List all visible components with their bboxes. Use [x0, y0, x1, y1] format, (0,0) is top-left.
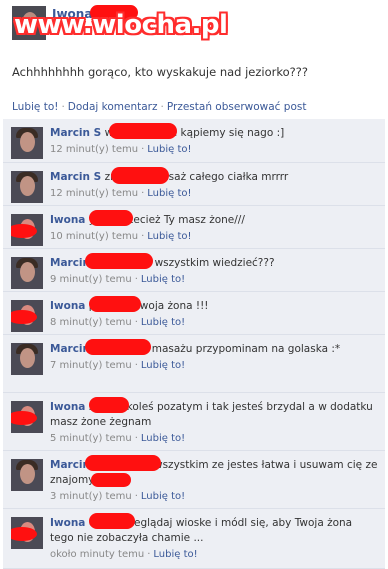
- redaction-mark: [89, 296, 141, 312]
- commenter-avatar[interactable]: [11, 459, 43, 491]
- comment-time: 12 minut(y) temu: [50, 188, 139, 199]
- comment: Iwona epiej przeglądaj wioske i módl się…: [3, 509, 385, 569]
- comment-time: 3 minut(y) temu: [50, 491, 132, 502]
- comment-time: 9 minut(y) temu: [50, 274, 132, 285]
- comment-like-link[interactable]: Lubię to!: [147, 231, 191, 242]
- redaction-mark: [109, 123, 177, 139]
- comment: Marcin nie chcesz masażu przypominam na …: [3, 335, 385, 393]
- comment-like-link[interactable]: Lubię to!: [141, 360, 185, 371]
- comment-like-link[interactable]: Lubię to!: [147, 144, 191, 155]
- comment-author[interactable]: Marcin S: [50, 171, 101, 183]
- commenter-avatar[interactable]: [11, 171, 43, 203]
- commenter-avatar[interactable]: [11, 343, 43, 375]
- commenter-avatar[interactable]: [11, 127, 43, 159]
- commenter-avatar[interactable]: [11, 300, 43, 332]
- redaction-mark: [85, 455, 161, 471]
- commenter-avatar[interactable]: [11, 401, 43, 433]
- comment-author[interactable]: Marcin: [50, 343, 90, 355]
- comment-body: Marcin S wyskocze, ale kąpiemy się nago …: [50, 126, 379, 157]
- comment-like-link[interactable]: Lubię to!: [141, 433, 185, 444]
- like-link[interactable]: Lubię to!: [12, 101, 58, 113]
- comment-body: Marcin S zrobię ci masaż całego ciałka m…: [50, 170, 379, 201]
- comment-time: 10 minut(y) temu: [50, 231, 139, 242]
- comment-like-link[interactable]: Lubię to!: [147, 188, 191, 199]
- comment-meta: 9 minut(y) temu · Lubię to!: [50, 274, 186, 285]
- comment-meta: 3 minut(y) temu · Lubię to!: [50, 491, 186, 502]
- comment-author[interactable]: Marcin: [50, 257, 90, 269]
- comment-meta: 7 minut(y) temu · Lubię to!: [50, 360, 186, 371]
- add-comment-link[interactable]: Dodaj komentarz: [68, 101, 158, 113]
- commenter-avatar[interactable]: [11, 517, 43, 549]
- comment-author[interactable]: Iwona: [50, 517, 85, 529]
- comment: Marcin S zrobię ci masaż całego ciałka m…: [3, 163, 385, 206]
- comment-author[interactable]: Iwona: [50, 214, 85, 226]
- comment: Marcin S wyskocze, ale kąpiemy się nago …: [3, 119, 385, 163]
- redaction-mark: [89, 397, 129, 413]
- comment-like-link[interactable]: Lubię to!: [153, 549, 197, 560]
- comment-author[interactable]: Iwona: [50, 401, 85, 413]
- comment-meta: 12 minut(y) temu · Lubię to!: [50, 188, 192, 199]
- comment-like-link[interactable]: Lubię to!: [141, 274, 185, 285]
- redaction-mark: [111, 167, 169, 184]
- comment-meta: 8 minut(y) temu · Lubię to!: [50, 317, 186, 328]
- comment-meta: 12 minut(y) temu · Lubię to!: [50, 144, 192, 155]
- comment-time: 12 minut(y) temu: [50, 144, 139, 155]
- redaction-mark: [85, 253, 153, 269]
- comment-meta: 5 minut(y) temu · Lubię to!: [50, 433, 186, 444]
- comment-like-link[interactable]: Lubię to!: [141, 491, 185, 502]
- separator: ·: [160, 101, 164, 113]
- commenter-avatar[interactable]: [11, 257, 43, 289]
- comment-author[interactable]: Marcin S: [50, 127, 101, 139]
- redaction-mark: [85, 339, 151, 355]
- redaction-mark: [89, 513, 135, 529]
- comment: Iwona przecież twoja żona !!! 8 minut(y)…: [3, 292, 385, 335]
- post-header: Iwona www.wiocha.pl: [0, 0, 388, 48]
- comment: Iwona yyyy przecież Ty masz żone/// 10 m…: [3, 206, 385, 249]
- commenter-avatar[interactable]: [11, 214, 43, 246]
- comment: Marcin rozpowiem wszystkim ze jestes łat…: [3, 451, 385, 509]
- comment-like-link[interactable]: Lubię to!: [141, 317, 185, 328]
- comment-meta: około minuty temu · Lubię to!: [50, 549, 198, 560]
- comment-time: 7 minut(y) temu: [50, 360, 132, 371]
- comment: Marcin ona musi o wszystkim wiedzieć??? …: [3, 249, 385, 292]
- comment-time: 5 minut(y) temu: [50, 433, 132, 444]
- comment: Iwona spadaj koleś pozatym i tak jesteś …: [3, 393, 385, 451]
- comment-author[interactable]: Iwona: [50, 300, 85, 312]
- separator: ·: [61, 101, 65, 113]
- redaction-mark: [89, 210, 133, 226]
- status-text: Achhhhhhhh gorąco, kto wyskakuje nad jez…: [12, 65, 308, 79]
- comment-time: około minuty temu: [50, 549, 145, 560]
- unfollow-link[interactable]: Przestań obserwować post: [167, 101, 307, 113]
- redaction-mark: [91, 473, 131, 487]
- comment-list: Marcin S wyskocze, ale kąpiemy się nago …: [0, 119, 388, 569]
- watermark: www.wiocha.pl: [14, 10, 228, 40]
- comment-time: 8 minut(y) temu: [50, 317, 132, 328]
- comment-meta: 10 minut(y) temu · Lubię to!: [50, 231, 192, 242]
- comment-author[interactable]: Marcin: [50, 459, 90, 471]
- post-actions: Lubię to! · Dodaj komentarz · Przestań obser…: [12, 101, 306, 113]
